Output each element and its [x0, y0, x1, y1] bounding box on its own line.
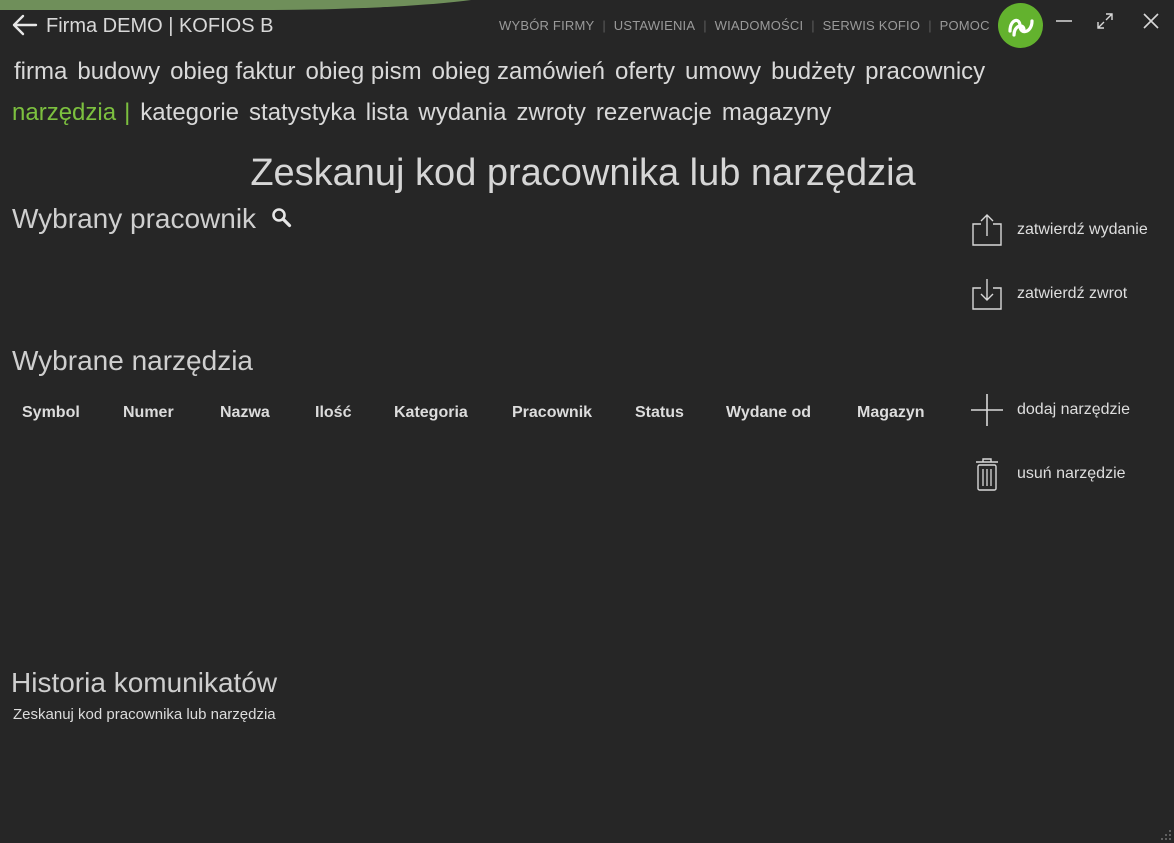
sub-nav-row: narzędzia | kategorie statystyka lista w… [12, 99, 831, 127]
nav-item-budzety[interactable]: budżety [771, 58, 855, 86]
minimize-icon[interactable] [1053, 10, 1075, 32]
download-icon [972, 279, 1002, 310]
search-icon[interactable] [271, 207, 293, 229]
column-header-kategoria[interactable]: Kategoria [394, 404, 468, 422]
resize-grip-icon[interactable] [1160, 829, 1172, 841]
selected-tools-title: Wybrane narzędzia [12, 345, 253, 376]
link-settings[interactable]: USTAWIENIA [614, 18, 695, 33]
link-service[interactable]: SERWIS KOFIO [823, 18, 921, 33]
maximize-icon[interactable] [1094, 10, 1116, 32]
window-title: Firma DEMO | KOFIOS B [46, 15, 274, 37]
nav-item-narzedzia[interactable]: narzędzia [12, 99, 116, 127]
nav-item-oferty[interactable]: oferty [615, 58, 675, 86]
confirm-return-label: zatwierdź zwrot [1017, 285, 1128, 302]
confirm-issue-label: zatwierdź wydanie [1017, 221, 1148, 238]
column-header-numer[interactable]: Numer [123, 404, 174, 422]
column-header-ilosc[interactable]: Ilość [315, 404, 351, 422]
nav-item-umowy[interactable]: umowy [685, 58, 761, 86]
nav-item-obieg-pism[interactable]: obieg pism [306, 58, 422, 86]
page-headline: Zeskanuj kod pracownika lub narzędzia [250, 152, 916, 194]
confirm-issue-button[interactable]: zatwierdź wydanie [970, 212, 1148, 248]
column-header-magazyn[interactable]: Magazyn [857, 404, 925, 422]
nav-item-obieg-faktur[interactable]: obieg faktur [170, 58, 295, 86]
subnav-item-lista[interactable]: lista [366, 99, 409, 127]
header-accent-shape [0, 0, 520, 10]
subnav-item-kategorie[interactable]: kategorie [140, 99, 239, 127]
top-links-bar: WYBÓR FIRMY | USTAWIENIA | WIADOMOŚCI | … [499, 18, 990, 33]
add-tool-button[interactable]: dodaj narzędzie [970, 392, 1130, 428]
column-header-symbol[interactable]: Symbol [22, 404, 80, 422]
add-tool-label: dodaj narzędzie [1017, 401, 1130, 418]
column-header-pracownik[interactable]: Pracownik [512, 404, 592, 422]
trash-icon [976, 458, 998, 491]
subnav-item-statystyka[interactable]: statystyka [249, 99, 356, 127]
link-company-select[interactable]: WYBÓR FIRMY [499, 18, 594, 33]
column-header-nazwa[interactable]: Nazwa [220, 404, 270, 422]
subnav-item-rezerwacje[interactable]: rezerwacje [596, 99, 712, 127]
column-header-wydane-od[interactable]: Wydane od [726, 404, 811, 422]
nav-item-firma[interactable]: firma [14, 58, 67, 86]
message-history-entry: Zeskanuj kod pracownika lub narzędzia [13, 706, 276, 723]
logo-mark-icon [1007, 18, 1034, 37]
remove-tool-label: usuń narzędzie [1017, 465, 1126, 482]
subnav-item-magazyny[interactable]: magazyny [722, 99, 831, 127]
subnav-item-wydania[interactable]: wydania [418, 99, 506, 127]
nav-item-budowy[interactable]: budowy [77, 58, 160, 86]
nav-item-obieg-zamowien[interactable]: obieg zamówień [432, 58, 605, 86]
remove-tool-button[interactable]: usuń narzędzie [970, 456, 1126, 492]
message-history-title: Historia komunikatów [11, 667, 278, 698]
nav-item-pracownicy[interactable]: pracownicy [865, 58, 985, 86]
selected-employee-title: Wybrany pracownik [12, 203, 257, 234]
active-nav-separator: | [124, 99, 131, 126]
column-header-status[interactable]: Status [635, 404, 684, 422]
link-help[interactable]: POMOC [940, 18, 990, 33]
confirm-return-button[interactable]: zatwierdź zwrot [970, 276, 1127, 312]
back-arrow-icon[interactable] [10, 13, 38, 37]
link-separator: | [928, 18, 932, 33]
subnav-item-zwroty[interactable]: zwroty [516, 99, 585, 127]
plus-icon [971, 394, 1003, 426]
link-separator: | [602, 18, 606, 33]
close-icon[interactable] [1140, 10, 1162, 32]
kofio-logo-icon[interactable] [998, 3, 1043, 48]
link-separator: | [811, 18, 815, 33]
upload-icon [972, 214, 1002, 246]
link-separator: | [703, 18, 707, 33]
main-nav-row-1: firma budowy obieg faktur obieg pism obi… [14, 58, 985, 86]
link-messages[interactable]: WIADOMOŚCI [715, 18, 804, 33]
